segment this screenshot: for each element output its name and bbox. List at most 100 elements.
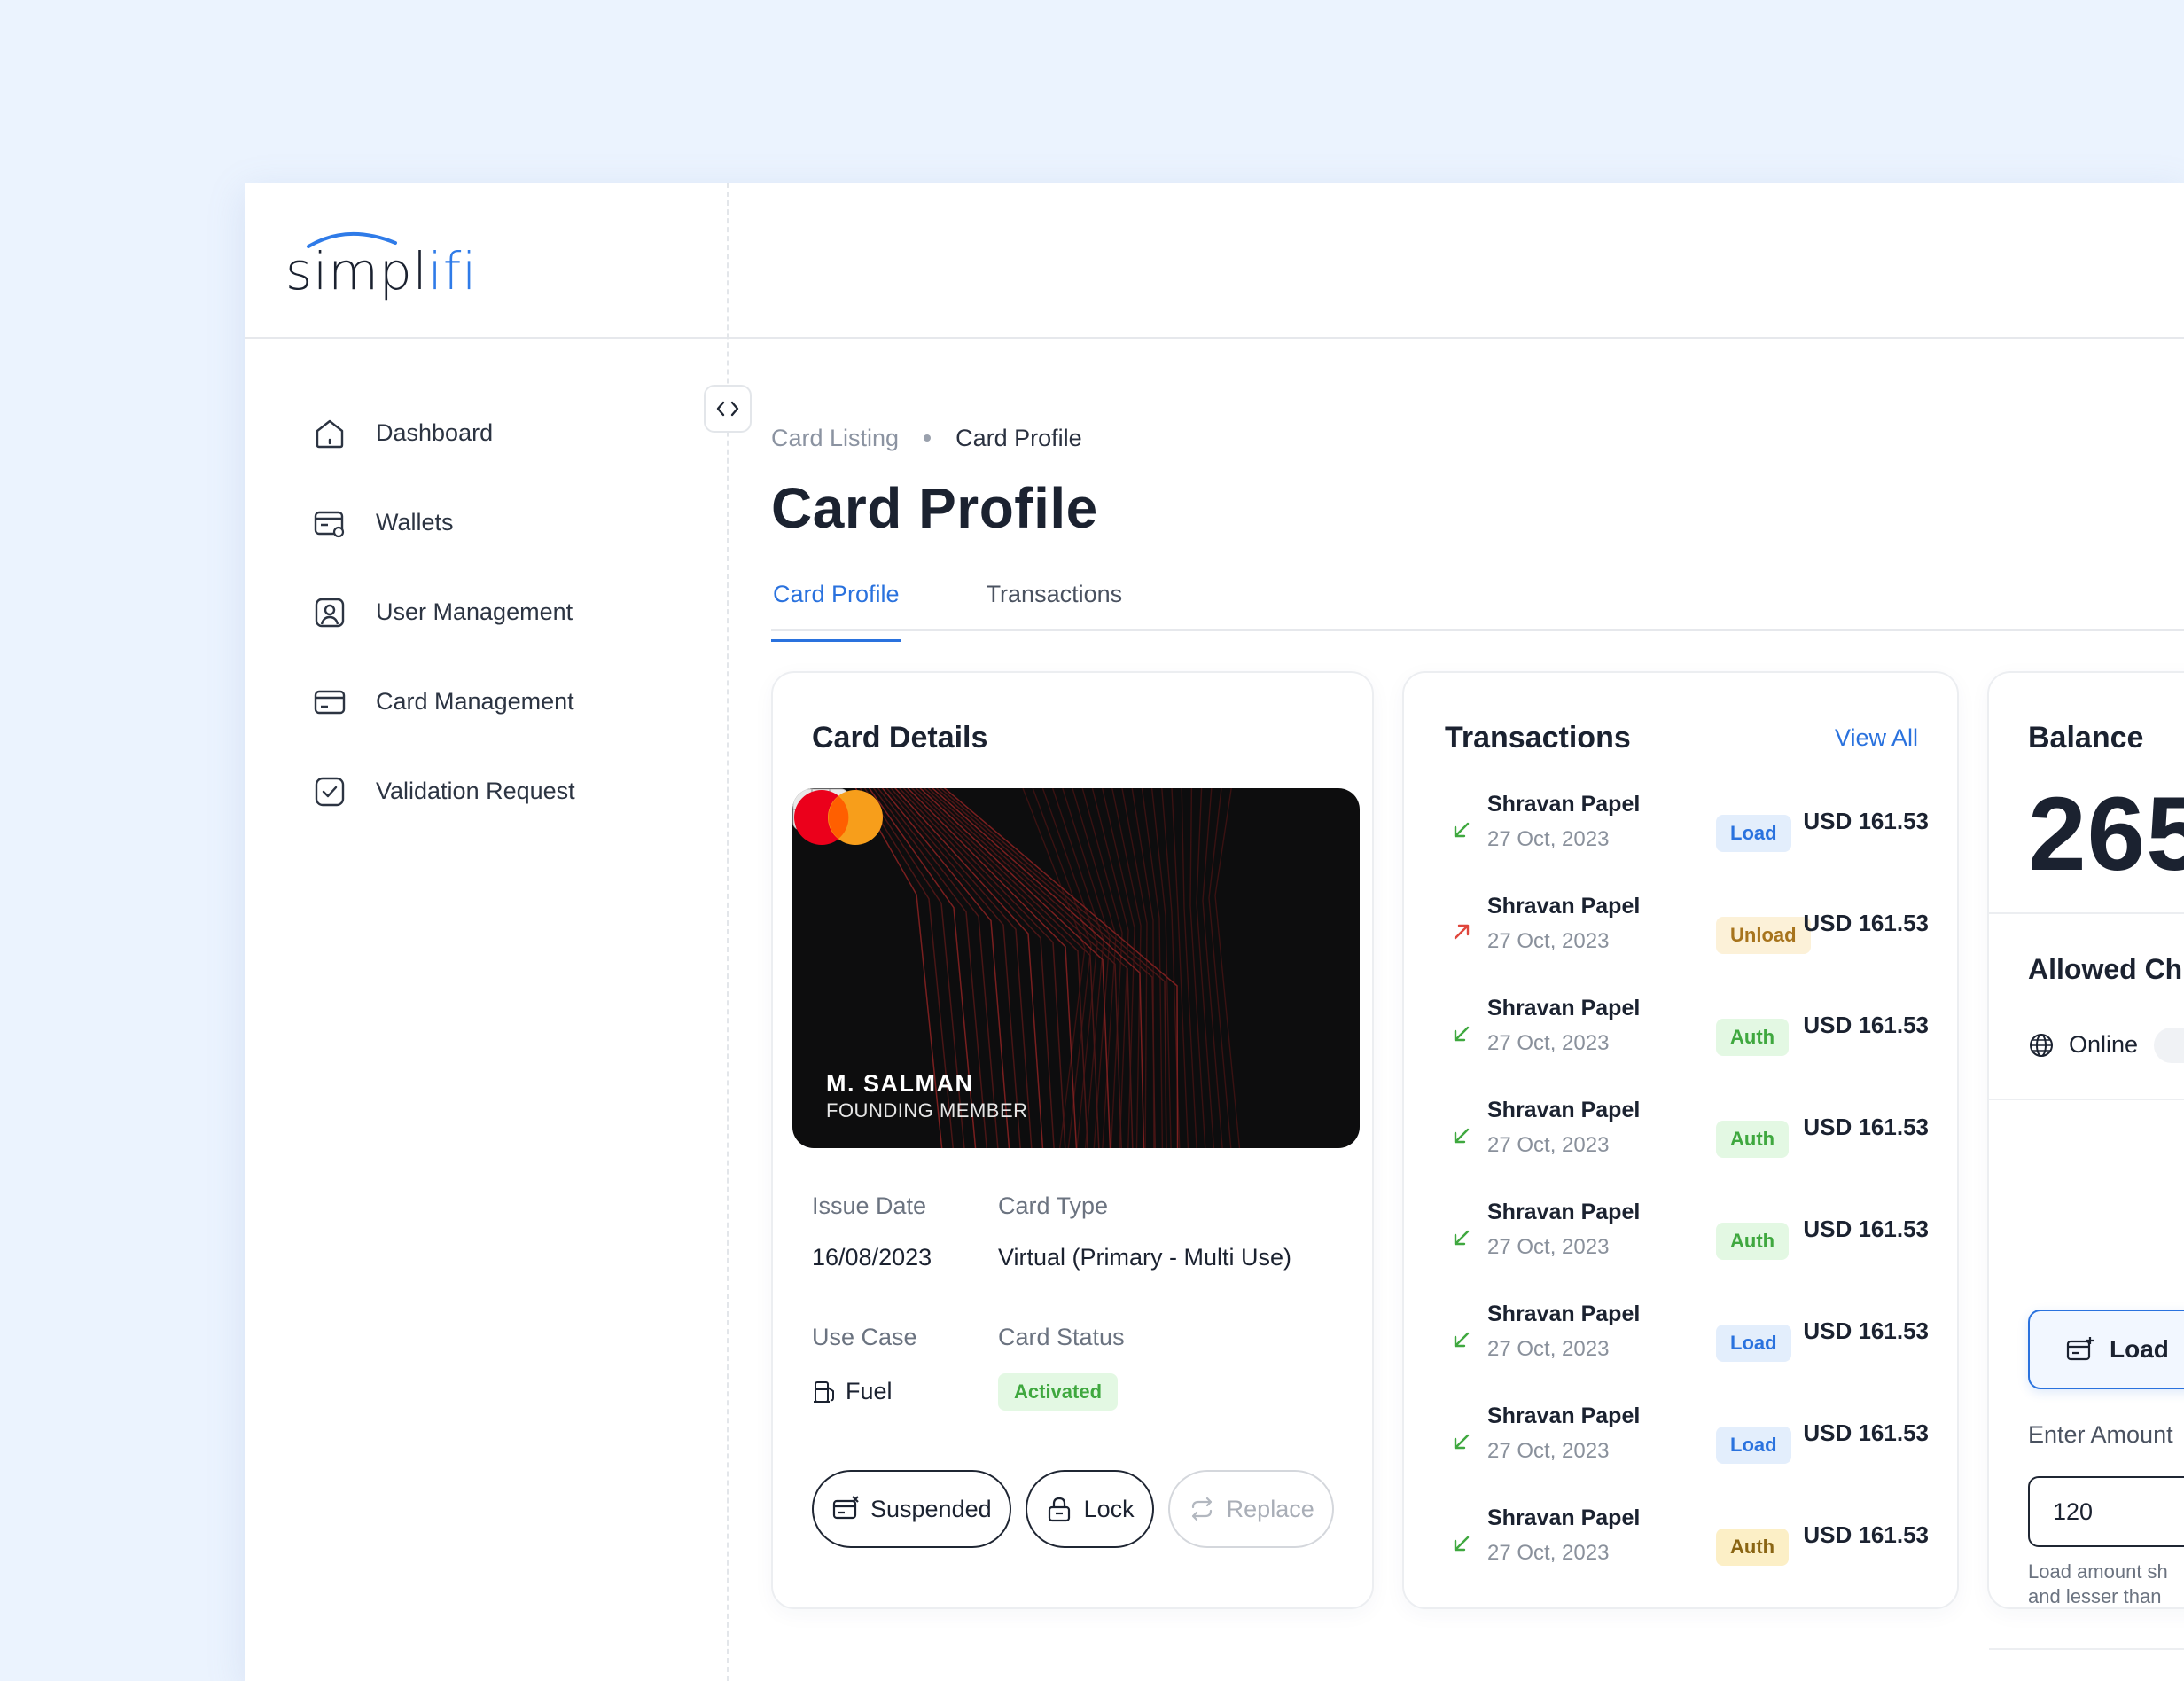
transaction-type-badge: Load <box>1716 1325 1791 1362</box>
card-type-label: Card Type <box>998 1192 1109 1219</box>
online-toggle[interactable] <box>2154 1028 2184 1063</box>
breadcrumb-current: Card Profile <box>956 424 1082 451</box>
page-title: Card Profile <box>771 476 1098 540</box>
sidebar-item-validation-request[interactable]: Validation Request <box>312 747 575 836</box>
card-add-icon <box>2066 1337 2094 1361</box>
card-pattern-line <box>1196 788 1215 1148</box>
transaction-amount: USD 161.53 <box>1803 808 1929 834</box>
card-pattern-line <box>1202 788 1223 1148</box>
sidebar-collapse-button[interactable] <box>704 385 752 433</box>
replace-label: Replace <box>1226 1495 1314 1522</box>
transaction-name: Shravan Papel <box>1487 1302 1641 1326</box>
app-window: simplifi Dashboard Wallets User Manageme… <box>245 183 2184 1681</box>
transaction-row[interactable]: Shravan Papel 27 Oct, 2023 Load USD 161.53 <box>1450 792 1929 894</box>
transaction-type-badge: Unload <box>1716 917 1811 954</box>
lock-button[interactable]: Lock <box>1025 1470 1154 1548</box>
transaction-type-badge: Auth <box>1716 1529 1790 1566</box>
transaction-date: 27 Oct, 2023 <box>1487 827 1610 851</box>
replace-icon <box>1191 1497 1212 1521</box>
card-type-value: Virtual (Primary - Multi Use) <box>998 1244 1292 1271</box>
transaction-type-badge: Load <box>1716 815 1791 852</box>
arrow-down-left-icon <box>1454 1332 1470 1348</box>
transaction-date: 27 Oct, 2023 <box>1487 1541 1610 1565</box>
sidebar-item-wallets[interactable]: Wallets <box>312 478 575 567</box>
card-x-icon <box>832 1496 859 1520</box>
balance-heading: Balance <box>2028 721 2144 754</box>
transaction-type-badge: Auth <box>1716 1019 1790 1056</box>
transaction-type-badge: Auth <box>1716 1121 1790 1158</box>
channel-online-label: Online <box>2069 1031 2139 1058</box>
arrow-down-left-icon <box>1454 1026 1470 1042</box>
sidebar-item-dashboard[interactable]: Dashboard <box>312 388 575 478</box>
transaction-type-badge: Auth <box>1716 1223 1790 1260</box>
sidebar-item-label: Wallets <box>376 509 454 536</box>
arrow-up-right-icon <box>1454 924 1470 940</box>
use-case-text: Fuel <box>846 1378 893 1404</box>
transaction-amount: USD 161.53 <box>1803 1419 1929 1446</box>
card-actions: Suspended Lock Replace <box>812 1470 1348 1548</box>
sidebar-item-label: Dashboard <box>376 419 494 446</box>
balance-panel: Balance 265 Allowed Ch Online Load Enter… <box>1987 671 2184 1650</box>
transaction-name: Shravan Papel <box>1487 1200 1641 1224</box>
use-case-label: Use Case <box>812 1324 917 1350</box>
load-button[interactable]: Load <box>2028 1310 2184 1389</box>
breadcrumb-link-card-listing[interactable]: Card Listing <box>771 425 899 452</box>
transaction-row[interactable]: Shravan Papel 27 Oct, 2023 Unload USD 161.5… <box>1450 894 1929 996</box>
divider <box>1989 1099 2184 1100</box>
suspended-label: Suspended <box>870 1495 992 1522</box>
transaction-date: 27 Oct, 2023 <box>1487 929 1610 953</box>
transaction-row[interactable]: Shravan Papel 27 Oct, 2023 Load USD 161.53 <box>1450 1403 1929 1505</box>
transactions-list: Shravan Papel 27 Oct, 2023 Load USD 161.53 S… <box>1450 792 1929 1607</box>
divider <box>1989 912 2184 914</box>
sidebar-item-card-management[interactable]: Card Management <box>312 657 575 747</box>
transaction-name: Shravan Papel <box>1487 996 1641 1020</box>
view-all-link[interactable]: View All <box>1835 724 1918 752</box>
allowed-channels-heading: Allowed Ch <box>2028 953 2183 985</box>
transaction-amount: USD 161.53 <box>1803 1317 1929 1344</box>
card-holder-name: M. SALMAN <box>826 1070 974 1097</box>
tab-card-profile[interactable]: Card Profile <box>771 567 901 642</box>
lock-icon <box>1048 1497 1070 1522</box>
user-icon <box>315 598 345 627</box>
fuel-pump-icon <box>814 1380 834 1403</box>
transaction-name: Shravan Papel <box>1487 1505 1641 1530</box>
transaction-date: 27 Oct, 2023 <box>1487 1133 1610 1157</box>
card-details-heading: Card Details <box>812 721 988 754</box>
transactions-heading: Transactions <box>1445 721 1631 754</box>
card-status-badge: Activated <box>998 1373 1119 1411</box>
transaction-amount: USD 161.53 <box>1803 1216 1929 1242</box>
balance-value: 265 <box>2028 776 2184 893</box>
card-visual: M. SALMAN FOUNDING MEMBER <box>792 788 1360 1148</box>
sidebar-item-user-management[interactable]: User Management <box>312 567 575 657</box>
load-button-label: Load <box>2110 1335 2169 1363</box>
amount-help-line-1: Load amount sh <box>2028 1560 2168 1583</box>
transaction-amount: USD 161.53 <box>1803 1114 1929 1140</box>
card-holder-title: FOUNDING MEMBER <box>826 1099 1028 1122</box>
sidebar-item-label: Card Management <box>376 688 574 715</box>
check-square-icon <box>315 777 345 806</box>
transaction-row[interactable]: Shravan Papel 27 Oct, 2023 Auth USD 161.53 <box>1450 1098 1929 1200</box>
transaction-row[interactable]: Shravan Papel 27 Oct, 2023 Auth USD 161.53 <box>1450 996 1929 1098</box>
card-details-panel: Card Details M. SALMAN FOUNDING MEMBER I… <box>771 671 1374 1609</box>
card-pattern-line <box>1214 788 1241 1148</box>
wallet-icon <box>314 511 345 537</box>
card-pattern-line <box>1181 788 1197 1148</box>
arrow-down-left-icon <box>1454 1230 1470 1246</box>
transactions-panel: Transactions View All Shravan Papel 27 Oc… <box>1402 671 1959 1609</box>
transaction-name: Shravan Papel <box>1487 792 1641 817</box>
transaction-row[interactable]: Shravan Papel 27 Oct, 2023 Load USD 161.53 <box>1450 1302 1929 1403</box>
transaction-row[interactable]: Shravan Papel 27 Oct, 2023 Auth USD 161.53 <box>1450 1200 1929 1302</box>
suspended-button[interactable]: Suspended <box>812 1470 1011 1548</box>
replace-button[interactable]: Replace <box>1167 1470 1334 1548</box>
brand-logo[interactable]: simplifi <box>285 225 476 305</box>
amount-help-line-2: and lesser than <box>2028 1585 2162 1607</box>
amount-input[interactable] <box>2028 1476 2184 1547</box>
use-case-value: Fuel <box>812 1378 893 1405</box>
tab-transactions[interactable]: Transactions <box>985 567 1125 629</box>
globe-icon <box>2030 1033 2053 1057</box>
logo-text-main: simpl <box>285 241 428 301</box>
sidebar-nav: Dashboard Wallets User Management Card M… <box>312 388 575 836</box>
breadcrumb: Card Listing Card Profile <box>771 413 2184 463</box>
transaction-date: 27 Oct, 2023 <box>1487 1337 1610 1361</box>
transaction-row[interactable]: Shravan Papel 27 Oct, 2023 Auth USD 161.53 <box>1450 1505 1929 1607</box>
